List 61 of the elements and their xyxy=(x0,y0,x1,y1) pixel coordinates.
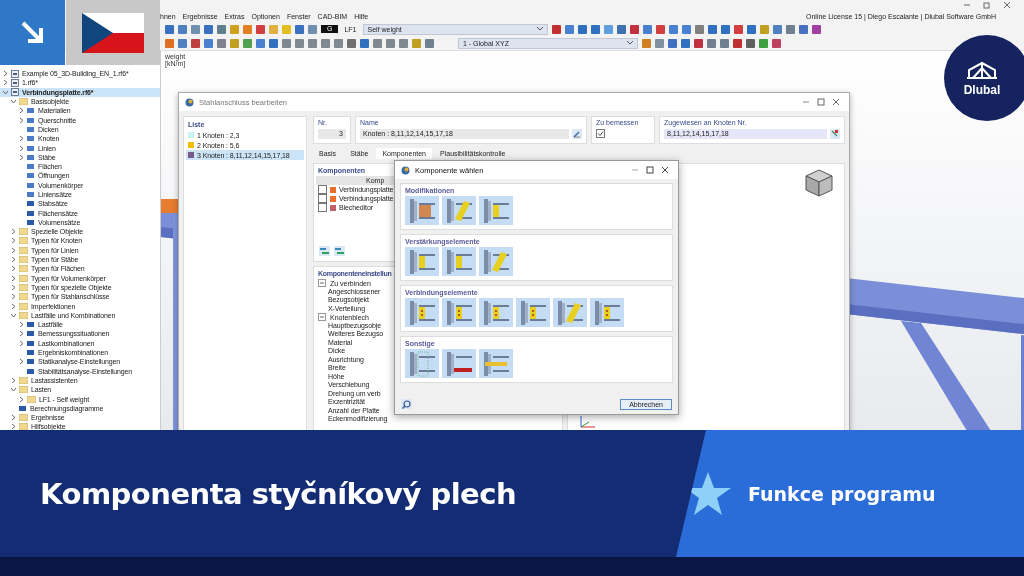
steel-joint-icon xyxy=(592,298,622,327)
pick-icon[interactable] xyxy=(830,129,840,139)
collapse-icon[interactable] xyxy=(319,314,325,321)
checkbox[interactable] xyxy=(318,194,327,203)
brand-name: Dlubal xyxy=(963,82,1001,97)
steel-joint-icon xyxy=(444,196,474,225)
component-tile[interactable] xyxy=(479,196,513,225)
steel-joint-icon xyxy=(481,349,511,378)
steel-joint-icon xyxy=(444,247,474,276)
component-tile[interactable] xyxy=(405,349,439,378)
steel-joint-icon xyxy=(481,196,511,225)
chevron-down-icon xyxy=(536,27,543,31)
component-tile[interactable] xyxy=(405,196,439,225)
component-tile[interactable] xyxy=(442,247,476,276)
steel-joint-icon xyxy=(407,349,437,378)
component-tile[interactable] xyxy=(442,298,476,327)
steel-joint-icon xyxy=(518,298,548,327)
steel-joint-icon xyxy=(407,298,437,327)
category-label: Funkce programu xyxy=(748,482,936,505)
component-tile[interactable] xyxy=(590,298,624,327)
component-tile[interactable] xyxy=(442,196,476,225)
checkbox[interactable] xyxy=(318,203,327,212)
checkbox[interactable] xyxy=(318,185,327,194)
axes-icon xyxy=(580,416,595,428)
steel-joint-icon xyxy=(481,298,511,327)
steel-joint-icon xyxy=(444,349,474,378)
video-title: Komponenta styčníkový plech xyxy=(40,476,517,511)
bridge-icon xyxy=(965,59,999,80)
steel-joint-icon xyxy=(407,247,437,276)
search-icon[interactable] xyxy=(401,399,412,409)
maximize-icon[interactable] xyxy=(816,97,826,107)
chevron-icon xyxy=(19,359,24,365)
remove-icon[interactable] xyxy=(334,246,345,256)
component-tile[interactable] xyxy=(553,298,587,327)
czech-flag-icon xyxy=(82,12,144,53)
add-icon[interactable] xyxy=(319,246,330,256)
collapse-icon[interactable] xyxy=(319,280,325,287)
component-tile[interactable] xyxy=(516,298,550,327)
component-tile[interactable] xyxy=(479,247,513,276)
maximize-icon[interactable] xyxy=(645,165,655,175)
steel-joint-icon xyxy=(444,298,474,327)
view-cube-icon[interactable] xyxy=(804,168,834,198)
app-icon xyxy=(185,97,194,107)
edit-icon[interactable] xyxy=(572,129,582,139)
steel-joint-icon xyxy=(407,196,437,225)
checkbox[interactable] xyxy=(596,129,605,138)
app-icon xyxy=(401,165,410,175)
steel-joint-icon xyxy=(481,247,511,276)
arrow-icon xyxy=(19,19,46,46)
object-icon xyxy=(19,404,27,412)
component-tile[interactable] xyxy=(442,349,476,378)
steel-joint-icon xyxy=(555,298,585,327)
component-tile[interactable] xyxy=(405,298,439,327)
component-tile[interactable] xyxy=(479,349,513,378)
component-tile[interactable] xyxy=(479,298,513,327)
chevron-down-icon xyxy=(627,41,633,45)
close-icon[interactable] xyxy=(831,97,841,107)
component-tile[interactable] xyxy=(405,247,439,276)
close-icon[interactable] xyxy=(1002,0,1012,10)
close-icon[interactable] xyxy=(660,165,670,175)
restore-icon[interactable] xyxy=(982,0,992,10)
